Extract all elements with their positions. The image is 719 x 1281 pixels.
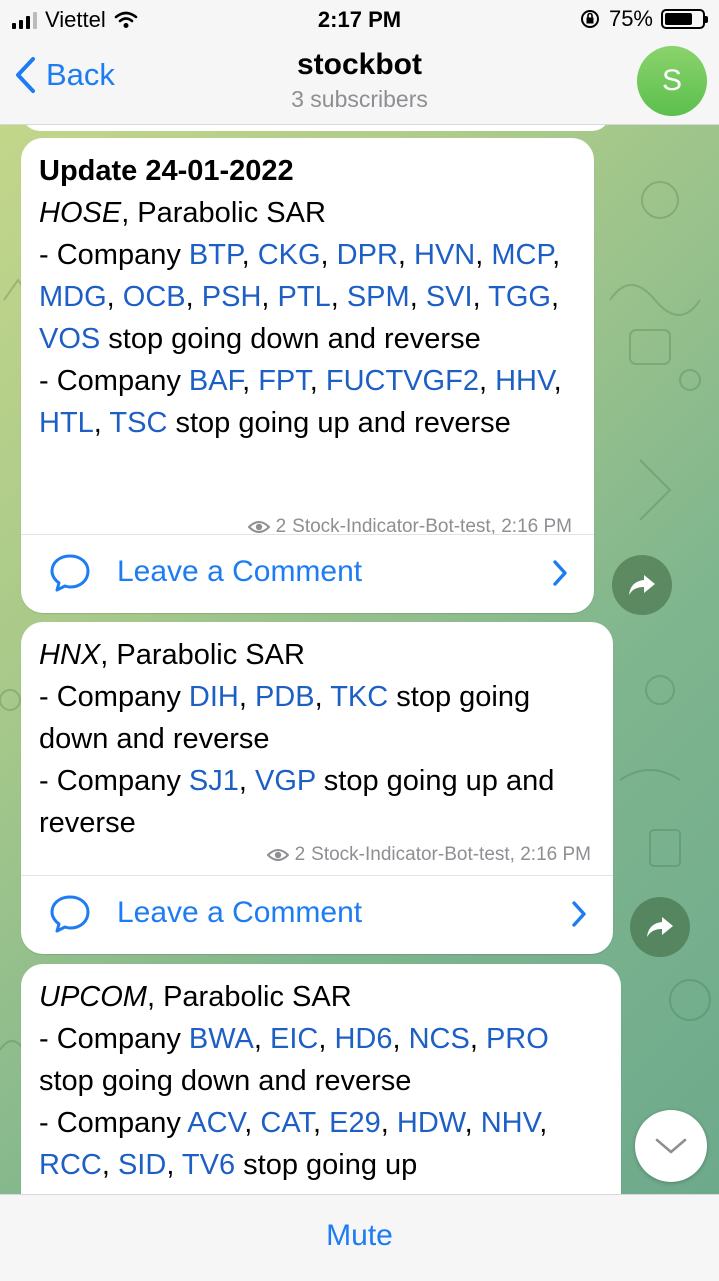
share-arrow-icon xyxy=(629,575,655,595)
battery-percent: 75% xyxy=(608,6,653,31)
company-link[interactable]: BTP xyxy=(189,239,242,271)
view-count: 2 xyxy=(294,844,306,865)
message-bubble[interactable]: UPCOM, Parabolic SAR - Company BWA, EIC,… xyxy=(21,964,621,1194)
avatar[interactable]: S xyxy=(637,46,707,116)
company-link[interactable]: PRO xyxy=(486,1023,549,1055)
eye-icon xyxy=(266,849,289,861)
message-header: HNX, Parabolic SAR xyxy=(39,634,595,676)
company-link[interactable]: NHV xyxy=(481,1107,540,1139)
company-link[interactable]: E29 xyxy=(329,1107,381,1139)
exchange-name: HOSE xyxy=(39,197,122,229)
company-link[interactable]: EIC xyxy=(270,1023,318,1055)
message-author-time: Stock-Indicator-Bot-test, 2:16 PM xyxy=(311,844,591,865)
message-text: Update 24-01-2022 HOSE, Parabolic SAR - … xyxy=(21,138,594,444)
company-link[interactable]: CKG xyxy=(258,239,321,271)
indicator-name: , Parabolic SAR xyxy=(146,981,352,1013)
message-header: HOSE, Parabolic SAR xyxy=(39,192,576,234)
company-link[interactable]: HVN xyxy=(414,239,475,271)
company-line: - Company ACV, CAT, E29, HDW, NHV, RCC, … xyxy=(39,1107,548,1181)
scroll-to-bottom-button[interactable] xyxy=(635,1110,707,1182)
company-link[interactable]: HTL xyxy=(39,407,94,439)
status-bar: Viettel 2:17 PM 75% xyxy=(0,0,719,40)
comment-label: Leave a Comment xyxy=(117,555,363,588)
company-link[interactable]: SJ1 xyxy=(189,765,239,797)
previous-message-bubble xyxy=(22,125,610,131)
company-link[interactable]: TV6 xyxy=(182,1149,235,1181)
chat-area[interactable]: Update 24-01-2022 HOSE, Parabolic SAR - … xyxy=(0,125,719,1194)
company-line: - Company DIH, PDB, TKC stop going down … xyxy=(39,681,531,755)
eye-icon xyxy=(247,521,270,533)
message-bubble[interactable]: Update 24-01-2022 HOSE, Parabolic SAR - … xyxy=(21,138,594,613)
company-link[interactable]: SID xyxy=(118,1149,166,1181)
company-line: - Company SJ1, VGP stop going up and rev… xyxy=(39,765,555,839)
company-link[interactable]: MDG xyxy=(39,281,107,313)
indicator-name: , Parabolic SAR xyxy=(100,639,305,671)
company-link[interactable]: PSH xyxy=(202,281,262,313)
comment-label: Leave a Comment xyxy=(117,896,363,929)
message-text: HNX, Parabolic SAR - Company DIH, PDB, T… xyxy=(21,622,613,844)
company-link[interactable]: NCS xyxy=(409,1023,470,1055)
company-link[interactable]: TSC xyxy=(109,407,167,439)
company-link[interactable]: SPM xyxy=(347,281,410,313)
forward-button[interactable] xyxy=(612,555,672,615)
company-link[interactable]: HDW xyxy=(397,1107,465,1139)
status-right: 75% xyxy=(579,6,708,32)
company-link[interactable]: ACV xyxy=(187,1107,244,1139)
company-line: - Company BAF, FPT, FUCTVGF2, HHV, HTL, … xyxy=(39,365,562,439)
company-line: - Company BTP, CKG, DPR, HVN, MCP, MDG, … xyxy=(39,239,561,355)
company-link[interactable]: OCB xyxy=(123,281,186,313)
company-link[interactable]: DIH xyxy=(189,681,239,713)
exchange-name: HNX xyxy=(39,639,101,671)
company-link[interactable]: FUCTVGF2 xyxy=(326,365,479,397)
subscriber-count: 3 subscribers xyxy=(291,86,428,112)
company-link[interactable]: CAT xyxy=(260,1107,313,1139)
chevron-right-icon xyxy=(572,901,586,927)
orientation-lock-icon xyxy=(580,10,599,28)
company-line: - Company BWA, EIC, HD6, NCS, PRO stop g… xyxy=(39,1023,549,1097)
channel-title[interactable]: stockbot xyxy=(0,48,719,82)
company-link[interactable]: PDB xyxy=(255,681,315,713)
company-link[interactable]: VOS xyxy=(39,323,100,355)
indicator-name: , Parabolic SAR xyxy=(121,197,326,229)
company-link[interactable]: FPT xyxy=(258,365,310,397)
company-link[interactable]: BAF xyxy=(189,365,242,397)
company-link[interactable]: BWA xyxy=(189,1023,254,1055)
company-link[interactable]: HD6 xyxy=(334,1023,392,1055)
nav-bar: Back stockbot 3 subscribers S xyxy=(0,40,719,125)
company-link[interactable]: HHV xyxy=(495,365,554,397)
message-header: UPCOM, Parabolic SAR xyxy=(39,976,603,1018)
message-title: Update 24-01-2022 xyxy=(39,155,294,187)
company-link[interactable]: DPR xyxy=(337,239,398,271)
share-arrow-icon xyxy=(647,917,673,937)
company-link[interactable]: RCC xyxy=(39,1149,102,1181)
company-link[interactable]: TGG xyxy=(488,281,551,313)
leave-comment-button[interactable]: Leave a Comment xyxy=(21,534,594,613)
battery-icon xyxy=(661,9,708,29)
chevron-right-icon xyxy=(553,560,567,586)
company-link[interactable]: PTL xyxy=(278,281,331,313)
chevron-down-icon xyxy=(655,1138,687,1154)
company-link[interactable]: MCP xyxy=(491,239,552,271)
company-link[interactable]: TKC xyxy=(330,681,388,713)
leave-comment-button[interactable]: Leave a Comment xyxy=(21,875,613,954)
message-bubble[interactable]: HNX, Parabolic SAR - Company DIH, PDB, T… xyxy=(21,622,613,954)
company-link[interactable]: SVI xyxy=(426,281,473,313)
company-link[interactable]: VGP xyxy=(255,765,316,797)
exchange-name: UPCOM xyxy=(39,981,147,1013)
mute-button[interactable]: Mute xyxy=(326,1219,393,1253)
comment-bubble-icon xyxy=(50,895,90,933)
comment-bubble-icon xyxy=(50,554,90,592)
message-meta: 2 Stock-Indicator-Bot-test, 2:16 PM xyxy=(266,844,591,866)
message-text: UPCOM, Parabolic SAR - Company BWA, EIC,… xyxy=(21,964,621,1186)
bottom-bar: Mute xyxy=(0,1194,719,1281)
forward-button[interactable] xyxy=(630,897,690,957)
